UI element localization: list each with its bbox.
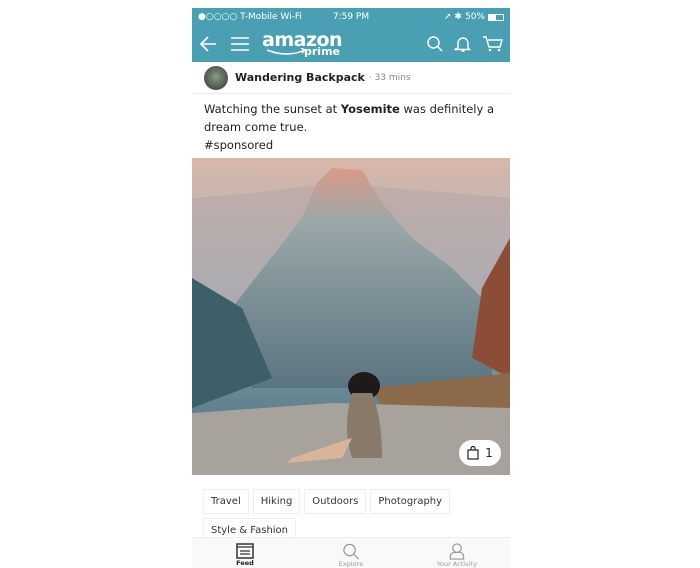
tag-travel[interactable]: Travel: [203, 489, 249, 514]
product-count: 1: [485, 446, 493, 460]
tag-outdoors[interactable]: Outdoors: [304, 489, 367, 514]
top-nav: amazon prime: [192, 26, 510, 62]
post-author[interactable]: Wandering Backpack · 33 mins: [192, 62, 510, 94]
hashtag[interactable]: #sponsored: [204, 138, 273, 152]
tag-list: Travel Hiking Outdoors Photography Style…: [203, 489, 503, 543]
search-icon[interactable]: [426, 35, 444, 53]
bottom-tab-bar: Feed Explore Your Activity: [192, 537, 510, 568]
tab-explore[interactable]: Explore: [298, 538, 404, 568]
amazon-prime-logo[interactable]: amazon prime: [262, 29, 343, 59]
menu-icon[interactable]: [230, 34, 250, 54]
tag-photography[interactable]: Photography: [370, 489, 451, 514]
avatar[interactable]: [204, 65, 228, 90]
shopping-bag-icon: [467, 446, 479, 460]
tab-feed[interactable]: Feed: [192, 538, 298, 568]
phone-screen: ●○○○○ T-Mobile Wi-Fi 7:59 PM ➚ ✱ 50% amaz…: [192, 8, 510, 568]
status-bar: ●○○○○ T-Mobile Wi-Fi 7:59 PM ➚ ✱ 50%: [192, 8, 510, 26]
author-name[interactable]: Wandering Backpack: [235, 71, 365, 84]
back-arrow-icon[interactable]: [198, 34, 218, 54]
tag-hiking[interactable]: Hiking: [252, 489, 301, 514]
cart-icon[interactable]: [482, 35, 504, 53]
post-time: · 33 mins: [368, 72, 411, 83]
bell-icon[interactable]: [454, 35, 472, 53]
shop-products-button[interactable]: 1: [459, 440, 501, 466]
search-icon: [343, 543, 359, 560]
post-caption: Watching the sunset at Yosemite was defi…: [204, 102, 494, 152]
clock: 7:59 PM: [332, 12, 370, 22]
battery-icon: [488, 13, 504, 21]
tab-your-activity[interactable]: Your Activity: [404, 538, 510, 568]
user-icon: [449, 543, 465, 560]
post-photo[interactable]: 1: [192, 158, 510, 475]
caption-bold: Yosemite: [340, 102, 400, 116]
feed-icon: [236, 543, 254, 559]
